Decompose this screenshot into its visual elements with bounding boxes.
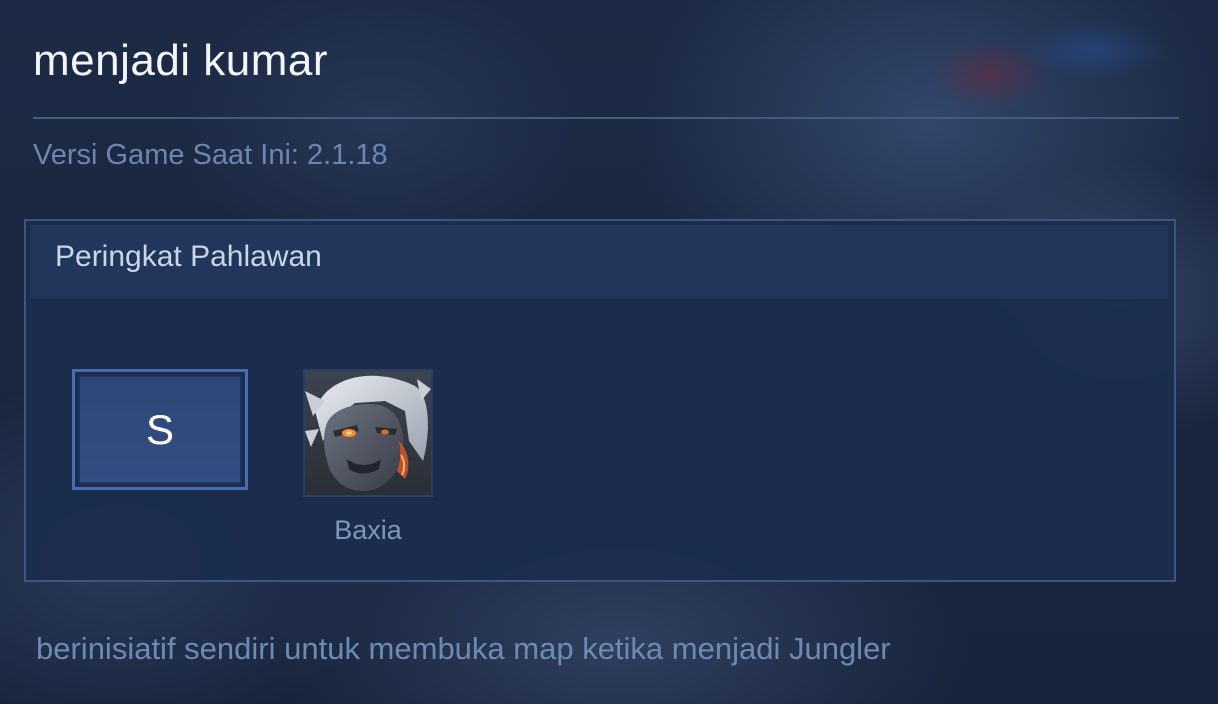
page-title: menjadi kumar	[33, 36, 329, 85]
tier-badge: S	[72, 369, 248, 490]
background-accent	[1020, 20, 1170, 80]
hero-ranking-panel: Peringkat Pahlawan S Baxia	[24, 219, 1176, 582]
game-version-text: Versi Game Saat Ini: 2.1.18	[33, 139, 388, 171]
tier-badge-inner: S	[79, 376, 241, 483]
hero-tip-text: berinisiatif sendiri untuk membuka map k…	[36, 631, 891, 666]
tier-label: S	[145, 405, 174, 453]
hero-portrait-baxia[interactable]	[303, 369, 433, 497]
panel-header: Peringkat Pahlawan	[30, 225, 1168, 302]
baxia-portrait-icon	[305, 371, 431, 495]
panel-title: Peringkat Pahlawan	[55, 240, 322, 273]
title-divider	[33, 117, 1179, 119]
hero-name: Baxia	[334, 515, 402, 545]
